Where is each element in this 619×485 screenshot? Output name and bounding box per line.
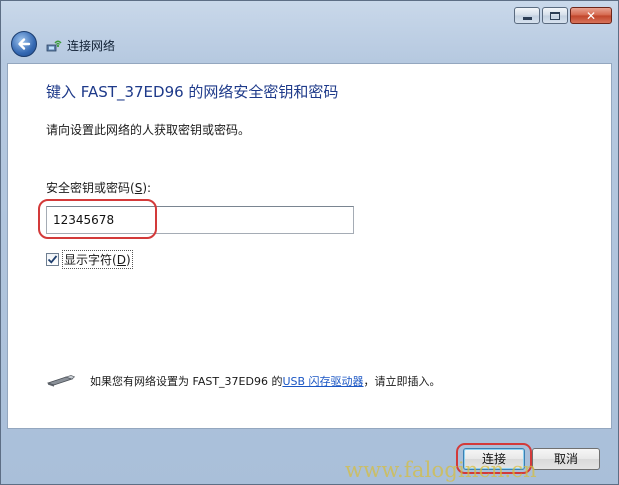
title-bar: ✕ bbox=[1, 1, 618, 29]
window-title: 连接网络 bbox=[67, 39, 116, 53]
dialog-window: ✕ 连接网络 键入 FAST_37ED96 的网络安全密钥和密码 请向设置此网络… bbox=[0, 0, 619, 485]
highlight-ring-input bbox=[38, 199, 157, 239]
show-characters-suffix: ) bbox=[125, 253, 131, 267]
content-panel: 键入 FAST_37ED96 的网络安全密钥和密码 请向设置此网络的人获取密钥或… bbox=[7, 63, 612, 429]
minimize-button[interactable] bbox=[514, 7, 540, 24]
network-icon bbox=[46, 40, 62, 52]
usb-flash-drive-link[interactable]: USB 闪存驱动器 bbox=[282, 373, 363, 389]
show-characters-label: 显示字符(D) bbox=[62, 250, 133, 269]
nav-bar: 连接网络 bbox=[1, 29, 618, 63]
usb-hint: 如果您有网络设置为 FAST_37ED96 的 USB 闪存驱动器 ，请立即插入… bbox=[46, 373, 441, 389]
security-key-label: 安全密钥或密码(S): bbox=[46, 179, 151, 196]
watermark-text: www.falogincn.cn bbox=[345, 458, 537, 482]
back-arrow-icon bbox=[18, 38, 31, 50]
security-key-label-suffix: ): bbox=[142, 181, 152, 195]
close-icon: ✕ bbox=[585, 8, 597, 23]
show-characters-checkbox[interactable]: 显示字符(D) bbox=[46, 250, 133, 269]
back-button[interactable] bbox=[11, 31, 37, 57]
page-title: 键入 FAST_37ED96 的网络安全密钥和密码 bbox=[46, 83, 339, 101]
usb-text-after: ，请立即插入。 bbox=[363, 375, 441, 388]
maximize-icon bbox=[550, 11, 560, 20]
close-button[interactable]: ✕ bbox=[570, 7, 612, 24]
maximize-button[interactable] bbox=[542, 7, 568, 24]
instruction-text: 请向设置此网络的人获取密钥或密码。 bbox=[46, 123, 251, 137]
checkmark-icon bbox=[47, 255, 58, 264]
caption-buttons: ✕ bbox=[514, 7, 612, 24]
show-characters-accel: D bbox=[116, 253, 126, 267]
show-characters-prefix: 显示字符( bbox=[64, 253, 117, 267]
cancel-button[interactable]: 取消 bbox=[532, 448, 600, 470]
minimize-icon bbox=[522, 16, 532, 20]
usb-drive-icon bbox=[46, 375, 76, 387]
checkbox-box[interactable] bbox=[46, 253, 59, 266]
security-key-label-prefix: 安全密钥或密码( bbox=[46, 181, 135, 195]
usb-text-before: 如果您有网络设置为 FAST_37ED96 的 bbox=[90, 375, 283, 388]
